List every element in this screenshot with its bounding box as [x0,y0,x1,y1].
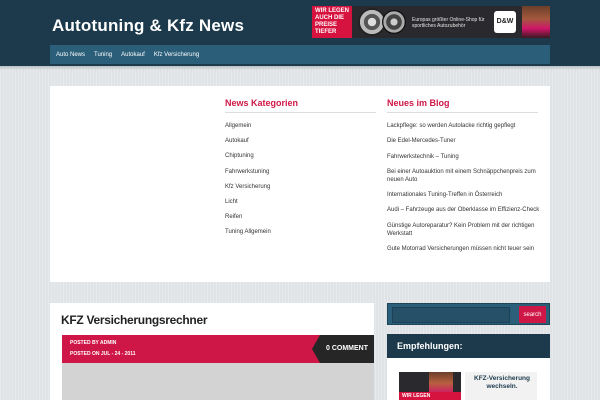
blog-post-link[interactable]: Fahrwerkstechnik – Tuning [387,153,545,161]
categories-list: Allgemein Autokauf Chiptuning Fahrwerkst… [225,122,271,244]
posted-on: POSTED ON JUL - 24 - 2011 [70,351,136,357]
site-title[interactable]: Autotuning & Kfz News [52,16,244,36]
site-header: Autotuning & Kfz News WIR LEGEN AUCH DIE… [0,0,600,66]
banner-model-image [522,6,550,38]
nav-item-tuning[interactable]: Tuning [94,52,112,58]
category-link[interactable]: Licht [225,198,271,213]
widget-heading: Empfehlungen: [387,334,550,358]
comment-count-button[interactable]: 0 COMMENT [320,335,374,363]
blog-heading: Neues im Blog [387,98,538,113]
header-divider [0,66,600,70]
nav-item-kfz-versicherung[interactable]: Kfz Versicherung [154,52,199,58]
search-input[interactable] [392,307,510,323]
category-link[interactable]: Fahrwerkstuning [225,168,271,183]
article-image[interactable] [62,363,374,400]
search-button[interactable]: search [519,306,546,323]
blog-post-link[interactable]: Audi – Fahrzeuge aus der Oberklasse im E… [387,206,545,214]
comment-notch [312,335,320,363]
ad-promo-text: WIR LEGEN [399,392,461,400]
article-card: KFZ Versicherungsrechner POSTED BY ADMIN… [50,303,374,400]
wheel-image [382,10,406,34]
banner-logo: D&W [494,11,516,33]
category-link[interactable]: Reifen [225,213,271,228]
blog-post-link[interactable]: Die Edel-Mercedes-Tuner [387,137,545,145]
sidebar-ad-insurance[interactable]: KFZ-Versicherung wechseln. [465,372,537,400]
blog-post-list: Lackpflege: so werden Autolacke richtig … [387,122,545,260]
category-link[interactable]: Kfz Versicherung [225,183,271,198]
header-banner-ad[interactable]: WIR LEGEN AUCH DIE PREISE TIEFER Europas… [312,6,550,38]
categories-heading: News Kategorien [225,98,376,113]
search-widget: search [387,303,550,325]
sidebar-ad-tires[interactable]: WIR LEGEN [399,372,461,400]
blog-post-link[interactable]: Gute Motorrad Versicherungen müssen nich… [387,245,545,253]
top-widgets-panel: News Kategorien Allgemein Autokauf Chipt… [50,86,550,282]
blog-post-link[interactable]: Günstige Autoreparatur? Kein Problem mit… [387,222,545,238]
ad-insurance-text: KFZ-Versicherung wechseln. [474,375,530,390]
blog-post-link[interactable]: Bei einer Autoauktion mit einem Schnäppc… [387,168,545,184]
recommendations-widget: Empfehlungen: WIR LEGEN KFZ-Versicherung… [387,334,550,400]
category-link[interactable]: Autokauf [225,137,271,152]
banner-promo-text: WIR LEGEN AUCH DIE PREISE TIEFER [312,6,352,38]
ad-model-image [429,372,453,394]
blog-post-link[interactable]: Internationales Tuning-Treffen in Österr… [387,191,545,199]
category-link[interactable]: Allgemein [225,122,271,137]
banner-tagline: Europas größter Online-Shop für sportlic… [412,17,485,29]
posted-by: POSTED BY ADMIN [70,340,117,346]
nav-item-autokauf[interactable]: Autokauf [121,52,145,58]
article-title[interactable]: KFZ Versicherungsrechner [61,313,207,327]
article-meta-bar: POSTED BY ADMIN POSTED ON JUL - 24 - 201… [62,335,374,363]
main-nav: Auto News Tuning Autokauf Kfz Versicheru… [50,45,550,64]
blog-post-link[interactable]: Lackpflege: so werden Autolacke richtig … [387,122,545,130]
nav-item-auto-news[interactable]: Auto News [56,52,85,58]
category-link[interactable]: Tuning Allgemein [225,228,271,243]
category-link[interactable]: Chiptuning [225,152,271,167]
